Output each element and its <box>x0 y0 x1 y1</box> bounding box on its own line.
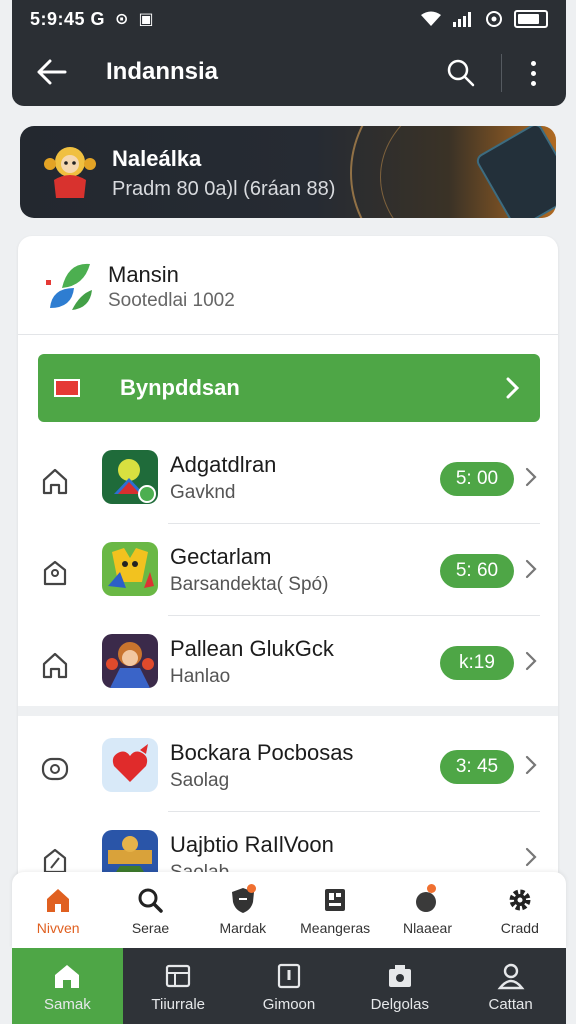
nav-label: Samak <box>44 996 91 1013</box>
list-item[interactable]: Adgatdlran Gavknd 5: 00 <box>18 434 558 524</box>
search-button[interactable] <box>442 54 480 92</box>
time-badge: 5: 60 <box>440 554 514 588</box>
category-tab-bar: Nivven Serae Mardak Meangeras Nlaaear Cr… <box>12 872 566 948</box>
list-item[interactable]: Gectarlam Barsandekta( Spó) 5: 60 <box>18 526 558 616</box>
chevron-right-icon <box>506 377 520 399</box>
tab-market[interactable]: Mardak <box>197 872 289 948</box>
item-subtitle: Saolag <box>170 770 230 791</box>
chevron-right-icon <box>525 847 537 867</box>
nav-tutorials[interactable]: Tiiurrale <box>123 948 234 1024</box>
chevron-right-icon <box>525 651 537 671</box>
status-time: 5:9:45 G <box>30 8 106 29</box>
tab-search[interactable]: Serae <box>104 872 196 948</box>
tab-label: Serae <box>131 920 170 936</box>
back-button[interactable] <box>32 52 72 92</box>
item-title: Bockara Pocbosas <box>170 740 354 765</box>
app-icon <box>102 450 158 504</box>
tab-alerts[interactable]: Nlaaear <box>381 872 473 948</box>
record-icon <box>41 757 69 781</box>
search-icon <box>138 888 164 913</box>
primary-action-label: Bynpddsan <box>120 375 240 400</box>
arrow-left-icon <box>37 59 67 85</box>
signal-icon <box>453 12 471 27</box>
provider-header[interactable]: Mansin Sootedlai 1002 <box>18 236 558 335</box>
window-icon <box>166 964 191 988</box>
chevron-right-icon <box>525 559 537 579</box>
tab-label: Mardak <box>219 920 267 936</box>
nav-deliveries[interactable]: Delgolas <box>344 948 455 1024</box>
app-icon <box>102 738 158 792</box>
content-card: Mansin Sootedlai 1002 Bynpddsan Adgatdlr… <box>18 236 558 936</box>
bottom-navigation: Samak Tiiurrale Gimoon Delgolas Cattan <box>12 948 566 1024</box>
mascot-icon <box>44 147 96 198</box>
item-title: Uajbtio RaIlVoon <box>170 832 334 857</box>
nav-coupons[interactable]: Gimoon <box>234 948 345 1024</box>
tag-icon <box>43 560 67 586</box>
document-icon <box>325 889 346 911</box>
notification-icon: ▣ <box>138 11 154 28</box>
top-app-bar: 5:9:45 G ⊙ ▣ Indannsia <box>12 0 566 106</box>
item-subtitle: Gavknd <box>170 482 236 503</box>
banner-title: Naleálka <box>112 146 202 171</box>
tab-label: Cradd <box>500 920 539 936</box>
tab-label: Nivven <box>36 920 80 936</box>
list-item[interactable]: Pallean GlukGck Hanlao k:19 <box>18 618 558 708</box>
time-badge: 5: 00 <box>440 462 514 496</box>
time-badge: 3: 45 <box>440 750 514 784</box>
package-icon <box>388 965 411 987</box>
search-icon <box>447 59 475 87</box>
battery-icon <box>514 10 548 28</box>
sim-icon: ⊙ <box>115 11 129 28</box>
nav-label: Tiiurrale <box>151 996 205 1013</box>
tab-settings[interactable]: Cradd <box>474 872 566 948</box>
tab-label: Nlaaear <box>402 920 452 936</box>
wifi-icon <box>421 11 441 26</box>
page-title: Indannsia <box>106 58 219 85</box>
tab-home[interactable]: Nivven <box>12 872 104 948</box>
nav-account[interactable]: Cattan <box>455 948 566 1024</box>
provider-subtitle: Sootedlai 1002 <box>108 290 235 311</box>
item-subtitle: Barsandekta( Spó) <box>170 574 329 595</box>
more-options-button[interactable] <box>518 54 548 92</box>
item-subtitle: Hanlao <box>170 666 231 687</box>
tab-label: Meangeras <box>300 920 371 936</box>
item-title: Pallean GlukGck <box>170 636 334 661</box>
item-title: Gectarlam <box>170 544 272 569</box>
app-icon <box>102 634 158 688</box>
chevron-right-icon <box>525 755 537 775</box>
nav-label: Cattan <box>488 996 533 1013</box>
nav-label: Delgolas <box>370 996 429 1013</box>
nav-home[interactable]: Samak <box>12 948 123 1024</box>
time-badge: k:19 <box>440 646 514 680</box>
hotspot-icon <box>486 11 502 27</box>
info-card-icon <box>277 963 301 989</box>
provider-name: Mansin <box>108 262 179 287</box>
promo-banner[interactable]: Naleálka Pradm 80 0a)l (6ráan 88) <box>20 126 556 218</box>
flag-icon <box>54 379 80 397</box>
notification-badge <box>246 884 256 893</box>
home-icon <box>42 468 68 495</box>
home-icon <box>47 889 70 912</box>
item-title: Adgatdlran <box>170 452 277 477</box>
chevron-right-icon <box>525 467 537 487</box>
gear-icon <box>509 889 531 911</box>
user-icon <box>497 963 525 990</box>
home-icon <box>55 965 80 988</box>
nav-label: Gimoon <box>262 996 316 1013</box>
tab-messages[interactable]: Meangeras <box>289 872 381 948</box>
more-vert-icon <box>530 60 536 66</box>
app-icon <box>102 542 158 596</box>
toolbar-divider <box>501 54 502 92</box>
primary-action-button[interactable]: Bynpddsan <box>38 354 540 422</box>
banner-subtitle: Pradm 80 0a)l (6ráan 88) <box>112 178 336 200</box>
home-icon <box>42 652 68 679</box>
status-bar: 5:9:45 G ⊙ ▣ <box>30 8 548 30</box>
list-item[interactable]: Bockara Pocbosas Saolag 3: 45 <box>18 722 558 812</box>
provider-logo-icon <box>46 263 92 310</box>
